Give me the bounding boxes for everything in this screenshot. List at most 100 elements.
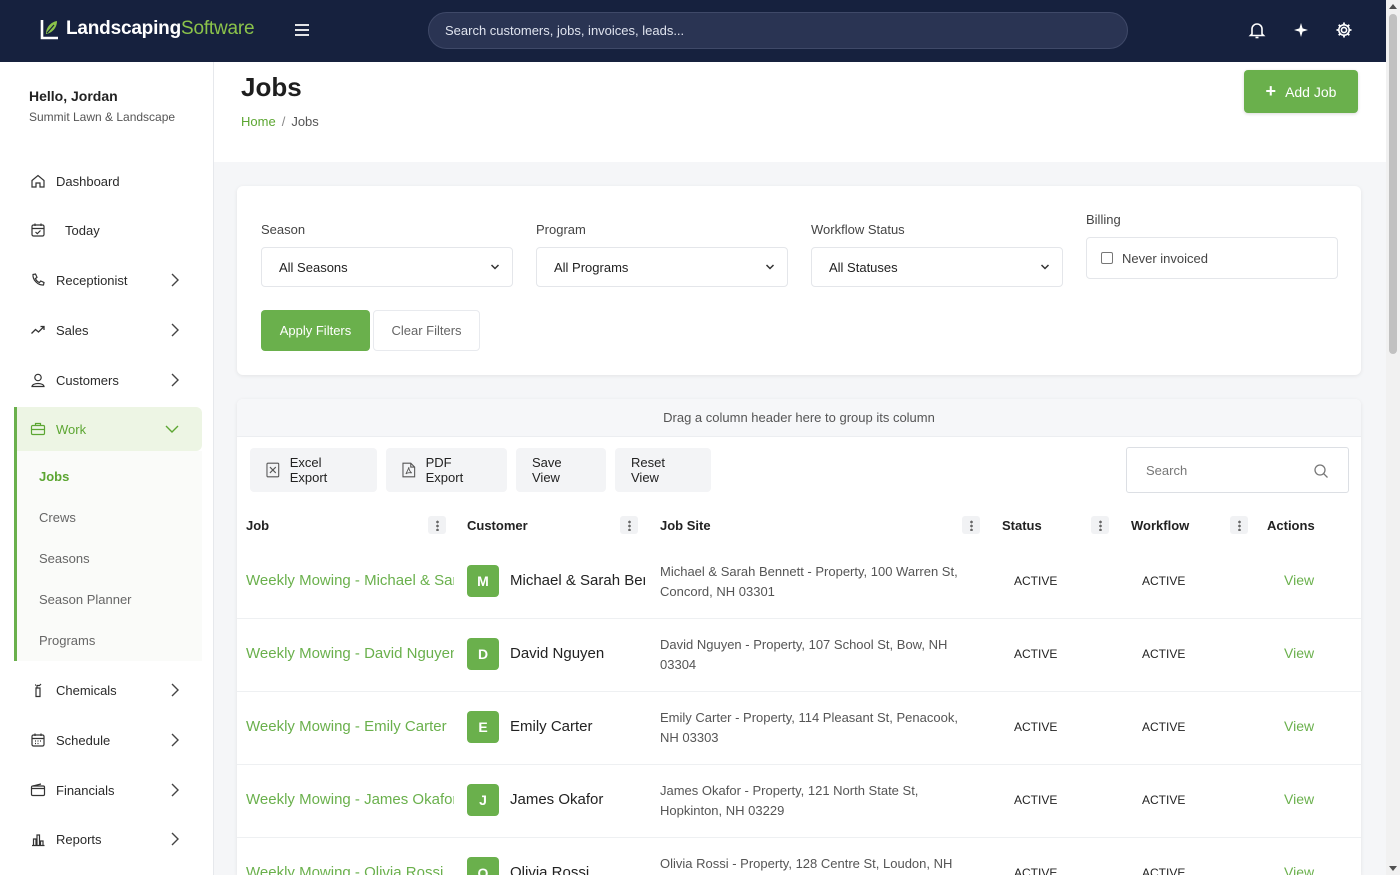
- column-header-job-site[interactable]: Job Site: [660, 504, 711, 546]
- page-scrollbar[interactable]: [1386, 0, 1400, 875]
- sidebar-label: Reports: [56, 831, 102, 847]
- clear-filters-button[interactable]: Clear Filters: [373, 310, 480, 351]
- column-header-status[interactable]: Status: [1002, 504, 1042, 546]
- plus-icon: +: [1265, 81, 1277, 101]
- scroll-up-arrow[interactable]: [1389, 4, 1397, 9]
- column-menu-icon[interactable]: [962, 516, 980, 534]
- add-job-button[interactable]: + Add Job: [1244, 70, 1358, 113]
- scroll-down-arrow[interactable]: [1389, 866, 1397, 871]
- table-row[interactable]: Weekly Mowing - James Okafor J James Oka…: [237, 765, 1361, 838]
- apply-filters-button[interactable]: Apply Filters: [261, 310, 370, 351]
- workflow-filter-label: Workflow Status: [811, 222, 905, 237]
- sidebar-item-dashboard[interactable]: Dashboard: [14, 159, 202, 203]
- sidebar-label: Financials: [56, 782, 115, 798]
- grid-search-input[interactable]: Search: [1126, 447, 1349, 493]
- wallet-icon: [30, 783, 46, 797]
- page-title: Jobs: [241, 72, 302, 102]
- workflow-select[interactable]: All Statuses: [811, 247, 1063, 287]
- billing-filter-label: Billing: [1086, 212, 1121, 227]
- global-search-input[interactable]: Search customers, jobs, invoices, leads.…: [428, 12, 1128, 49]
- breadcrumb: Home / Jobs: [241, 114, 319, 129]
- breadcrumb-home-link[interactable]: Home: [241, 114, 276, 129]
- pdf-file-icon: [402, 462, 416, 478]
- company-name: Summit Lawn & Landscape: [29, 110, 176, 124]
- column-menu-icon[interactable]: [1091, 516, 1109, 534]
- column-header-actions: Actions: [1267, 517, 1315, 533]
- table-row[interactable]: Weekly Mowing - Olivia Rossi O Olivia Ro…: [237, 838, 1361, 875]
- column-header-customer[interactable]: Customer: [467, 504, 528, 546]
- workflow-value: ACTIVE: [1142, 574, 1186, 588]
- job-name-link[interactable]: Weekly Mowing - James Okafor: [246, 791, 454, 808]
- sidebar-item-sales[interactable]: Sales: [14, 308, 202, 352]
- chevron-down-icon: [765, 264, 775, 270]
- brand-logo[interactable]: Landscaping Software: [40, 18, 255, 40]
- customer-name: Emily Carter: [510, 718, 593, 735]
- sidebar-item-work[interactable]: Work: [14, 407, 202, 451]
- save-view-button[interactable]: Save View: [516, 448, 606, 492]
- chevron-down-icon: [165, 425, 179, 433]
- job-name-link[interactable]: Weekly Mowing - David Nguyen: [246, 645, 454, 662]
- view-link[interactable]: View: [1284, 572, 1314, 588]
- view-link[interactable]: View: [1284, 864, 1314, 875]
- status-value: ACTIVE: [1014, 647, 1058, 661]
- job-name-link[interactable]: Weekly Mowing - Olivia Rossi: [246, 864, 454, 875]
- table-row[interactable]: Weekly Mowing - Michael & Sarah Bennett …: [237, 546, 1361, 619]
- workflow-value: ACTIVE: [1142, 793, 1186, 807]
- logo-leaf-icon: [40, 20, 58, 40]
- filter-panel: Season All Seasons Program All Programs …: [237, 186, 1361, 375]
- sidebar-item-today[interactable]: Today: [14, 208, 202, 252]
- sidebar-item-schedule[interactable]: Schedule: [14, 718, 202, 762]
- column-header-workflow[interactable]: Workflow: [1131, 504, 1189, 546]
- page-header: Jobs Home / Jobs + Add Job: [214, 62, 1386, 162]
- spray-icon: [35, 683, 42, 698]
- never-invoiced-label[interactable]: Never invoiced: [1122, 251, 1208, 266]
- sidebar-item-chemicals[interactable]: Chemicals: [14, 668, 202, 712]
- customer-avatar: E: [467, 711, 499, 743]
- job-name-link[interactable]: Weekly Mowing - Michael & Sarah Bennett: [246, 572, 454, 589]
- gear-icon[interactable]: [1334, 20, 1354, 40]
- bar-chart-icon: [32, 834, 45, 847]
- breadcrumb-current: Jobs: [291, 114, 319, 129]
- bell-icon[interactable]: [1247, 20, 1267, 40]
- sidebar-item-financials[interactable]: Financials: [14, 768, 202, 812]
- submenu-item-crews[interactable]: Crews: [39, 510, 76, 525]
- view-link[interactable]: View: [1284, 718, 1314, 734]
- column-menu-icon[interactable]: [1230, 516, 1248, 534]
- column-menu-icon[interactable]: [620, 516, 638, 534]
- season-select[interactable]: All Seasons: [261, 247, 513, 287]
- submenu-item-seasons[interactable]: Seasons: [39, 551, 90, 566]
- group-by-panel[interactable]: Drag a column header here to group its c…: [237, 399, 1361, 437]
- view-link[interactable]: View: [1284, 645, 1314, 661]
- job-name-link[interactable]: Weekly Mowing - Emily Carter: [246, 718, 454, 735]
- sidebar-item-receptionist[interactable]: Receptionist: [14, 258, 202, 302]
- column-header-job[interactable]: Job: [246, 504, 269, 546]
- sidebar-item-reports[interactable]: Reports: [14, 817, 202, 861]
- customer-avatar: M: [467, 565, 499, 597]
- customer-name: David Nguyen: [510, 645, 605, 662]
- reset-view-button[interactable]: Reset View: [615, 448, 711, 492]
- scroll-thumb[interactable]: [1389, 14, 1397, 354]
- customer-avatar: J: [467, 784, 499, 816]
- search-icon: [1314, 464, 1328, 478]
- submenu-item-programs[interactable]: Programs: [39, 633, 95, 648]
- table-row[interactable]: Weekly Mowing - David Nguyen D David Ngu…: [237, 619, 1361, 692]
- view-link[interactable]: View: [1284, 791, 1314, 807]
- sidebar-item-customers[interactable]: Customers: [14, 358, 202, 402]
- trend-icon: [31, 325, 45, 334]
- chevron-right-icon: [171, 683, 179, 697]
- job-site-address: Michael & Sarah Bennett - Property, 100 …: [660, 564, 958, 599]
- excel-export-button[interactable]: Excel Export: [250, 448, 377, 492]
- status-value: ACTIVE: [1014, 720, 1058, 734]
- submenu-item-season-planner[interactable]: Season Planner: [39, 592, 132, 607]
- table-row[interactable]: Weekly Mowing - Emily Carter E Emily Car…: [237, 692, 1361, 765]
- sparkle-icon[interactable]: [1291, 20, 1311, 40]
- pdf-export-button[interactable]: PDF Export: [386, 448, 507, 492]
- program-select[interactable]: All Programs: [536, 247, 788, 287]
- billing-filter: Never invoiced: [1086, 237, 1338, 279]
- column-menu-icon[interactable]: [428, 516, 446, 534]
- never-invoiced-checkbox[interactable]: [1101, 252, 1113, 264]
- program-filter-label: Program: [536, 222, 586, 237]
- program-select-value: All Programs: [554, 259, 629, 275]
- menu-icon[interactable]: [292, 20, 312, 40]
- submenu-item-jobs[interactable]: Jobs: [39, 469, 69, 484]
